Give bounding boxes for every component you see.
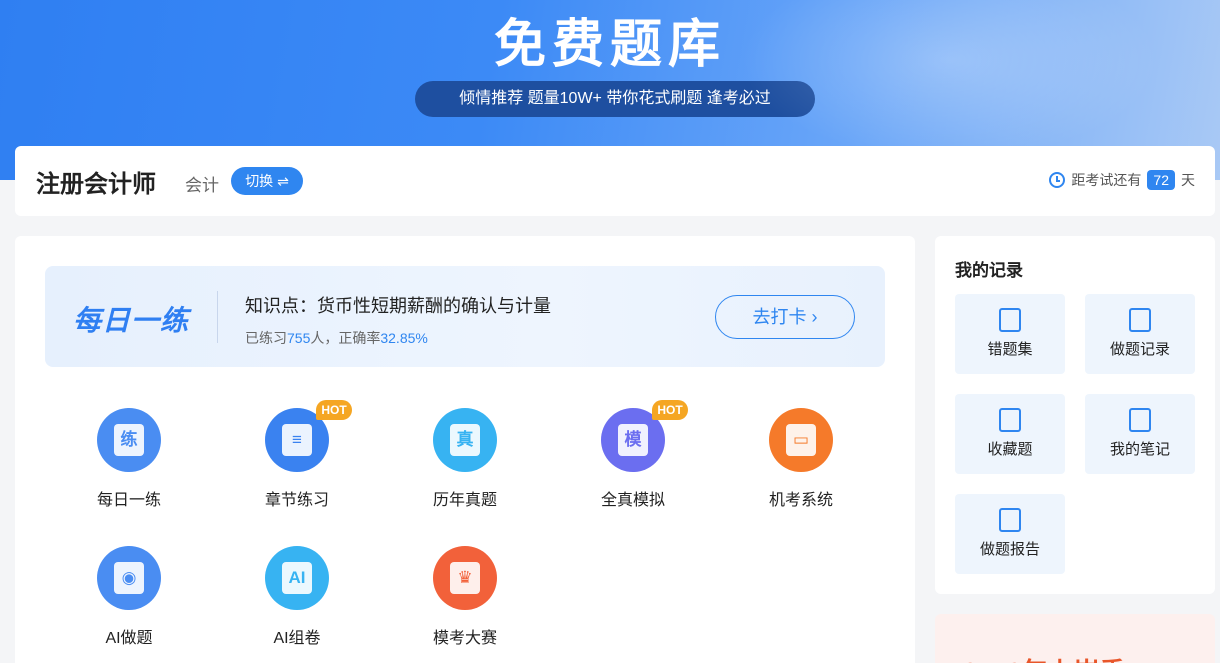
function-label: 每日一练: [74, 486, 184, 510]
promo-text: 2~10年上岸季: [963, 652, 1126, 663]
hot-badge: HOT: [652, 400, 688, 420]
switch-exam-button[interactable]: 切换 ⇌: [231, 167, 303, 195]
countdown-prefix: 距考试还有: [1071, 170, 1141, 190]
tile-label: 错题集: [955, 338, 1065, 359]
function-glyph: ◉: [114, 562, 144, 594]
function-label: 机考系统: [746, 486, 856, 510]
function-icon: ♛: [433, 546, 497, 610]
accuracy-rate: 32.85%: [380, 330, 427, 346]
tile-label: 做题报告: [955, 538, 1065, 559]
function-glyph: ♛: [450, 562, 480, 594]
function-item[interactable]: ≡ 章节练习: [242, 408, 352, 510]
function-glyph: 真: [450, 424, 480, 456]
function-label: AI组卷: [242, 624, 352, 648]
function-glyph: ≡: [282, 424, 312, 456]
practiced-count: 755: [287, 330, 310, 346]
function-glyph: 模: [618, 424, 648, 456]
exam-header: 注册会计师 会计 切换 ⇌ 距考试还有 72 天: [15, 146, 1215, 216]
tile-label: 我的笔记: [1085, 438, 1195, 459]
star-icon: [999, 408, 1021, 432]
clock-icon: [1049, 172, 1065, 188]
countdown-suffix: 天: [1181, 170, 1195, 190]
function-item[interactable]: ▭ 机考系统: [746, 408, 856, 510]
daily-topic: 知识点：货币性短期薪酬的确认与计量: [245, 292, 551, 318]
hot-badge: HOT: [316, 400, 352, 420]
my-records-panel: 我的记录 错题集 做题记录 收藏题 我的笔记 做题报告: [935, 236, 1215, 594]
daily-stats: 已练习755人，正确率32.85%: [245, 328, 428, 348]
exam-countdown: 距考试还有 72 天: [1049, 170, 1195, 190]
countdown-days: 72: [1147, 170, 1175, 190]
checkin-button[interactable]: 去打卡 ›: [715, 295, 855, 339]
records-title: 我的记录: [955, 256, 1023, 281]
function-icon: ◉: [97, 546, 161, 610]
function-glyph: ▭: [786, 424, 816, 456]
exam-name: 注册会计师: [36, 164, 156, 199]
daily-practice-card: 每日一练 知识点：货币性短期薪酬的确认与计量 已练习755人，正确率32.85%…: [45, 266, 885, 367]
function-item[interactable]: 真历年真题: [410, 408, 520, 510]
banner-title: 免费题库: [0, 2, 1220, 77]
function-label: 章节练习: [242, 486, 352, 510]
function-label: AI做题: [74, 624, 184, 648]
wrong-questions-tile[interactable]: 错题集: [955, 294, 1065, 374]
stats-mid: 人，正确率: [310, 330, 380, 346]
function-item[interactable]: ♛ 模考大赛: [410, 546, 520, 648]
stats-prefix: 已练习: [245, 330, 287, 346]
function-label: 历年真题: [410, 486, 520, 510]
function-label: 全真模拟: [578, 486, 688, 510]
function-item[interactable]: AI AI组卷: [242, 546, 352, 648]
practice-history-tile[interactable]: 做题记录: [1085, 294, 1195, 374]
promo-banner[interactable]: 2~10年上岸季: [935, 614, 1215, 663]
report-tile[interactable]: 做题报告: [955, 494, 1065, 574]
wrong-book-icon: [999, 308, 1021, 332]
function-label: 模考大赛: [410, 624, 520, 648]
practice-panel: 每日一练 知识点：货币性短期薪酬的确认与计量 已练习755人，正确率32.85%…: [15, 236, 915, 663]
report-icon: [999, 508, 1021, 532]
daily-practice-logo: 每日一练: [73, 299, 189, 339]
tile-label: 做题记录: [1085, 338, 1195, 359]
favorites-tile[interactable]: 收藏题: [955, 394, 1065, 474]
function-icon: 练: [97, 408, 161, 472]
function-item[interactable]: 模全真模拟: [578, 408, 688, 510]
banner-tagline: 倾情推荐 题量10W+ 带你花式刷题 逢考必过: [415, 81, 815, 117]
pencil-icon: [1129, 408, 1151, 432]
tile-label: 收藏题: [955, 438, 1065, 459]
function-icon: ▭: [769, 408, 833, 472]
history-icon: [1129, 308, 1151, 332]
function-item[interactable]: ◉ AI做题: [74, 546, 184, 648]
exam-subject: 会计: [185, 171, 219, 196]
function-glyph: 练: [114, 424, 144, 456]
function-glyph: AI: [282, 562, 312, 594]
notes-tile[interactable]: 我的笔记: [1085, 394, 1195, 474]
divider: [217, 291, 218, 343]
function-icon: AI: [265, 546, 329, 610]
function-item[interactable]: 练每日一练: [74, 408, 184, 510]
function-icon: 真: [433, 408, 497, 472]
